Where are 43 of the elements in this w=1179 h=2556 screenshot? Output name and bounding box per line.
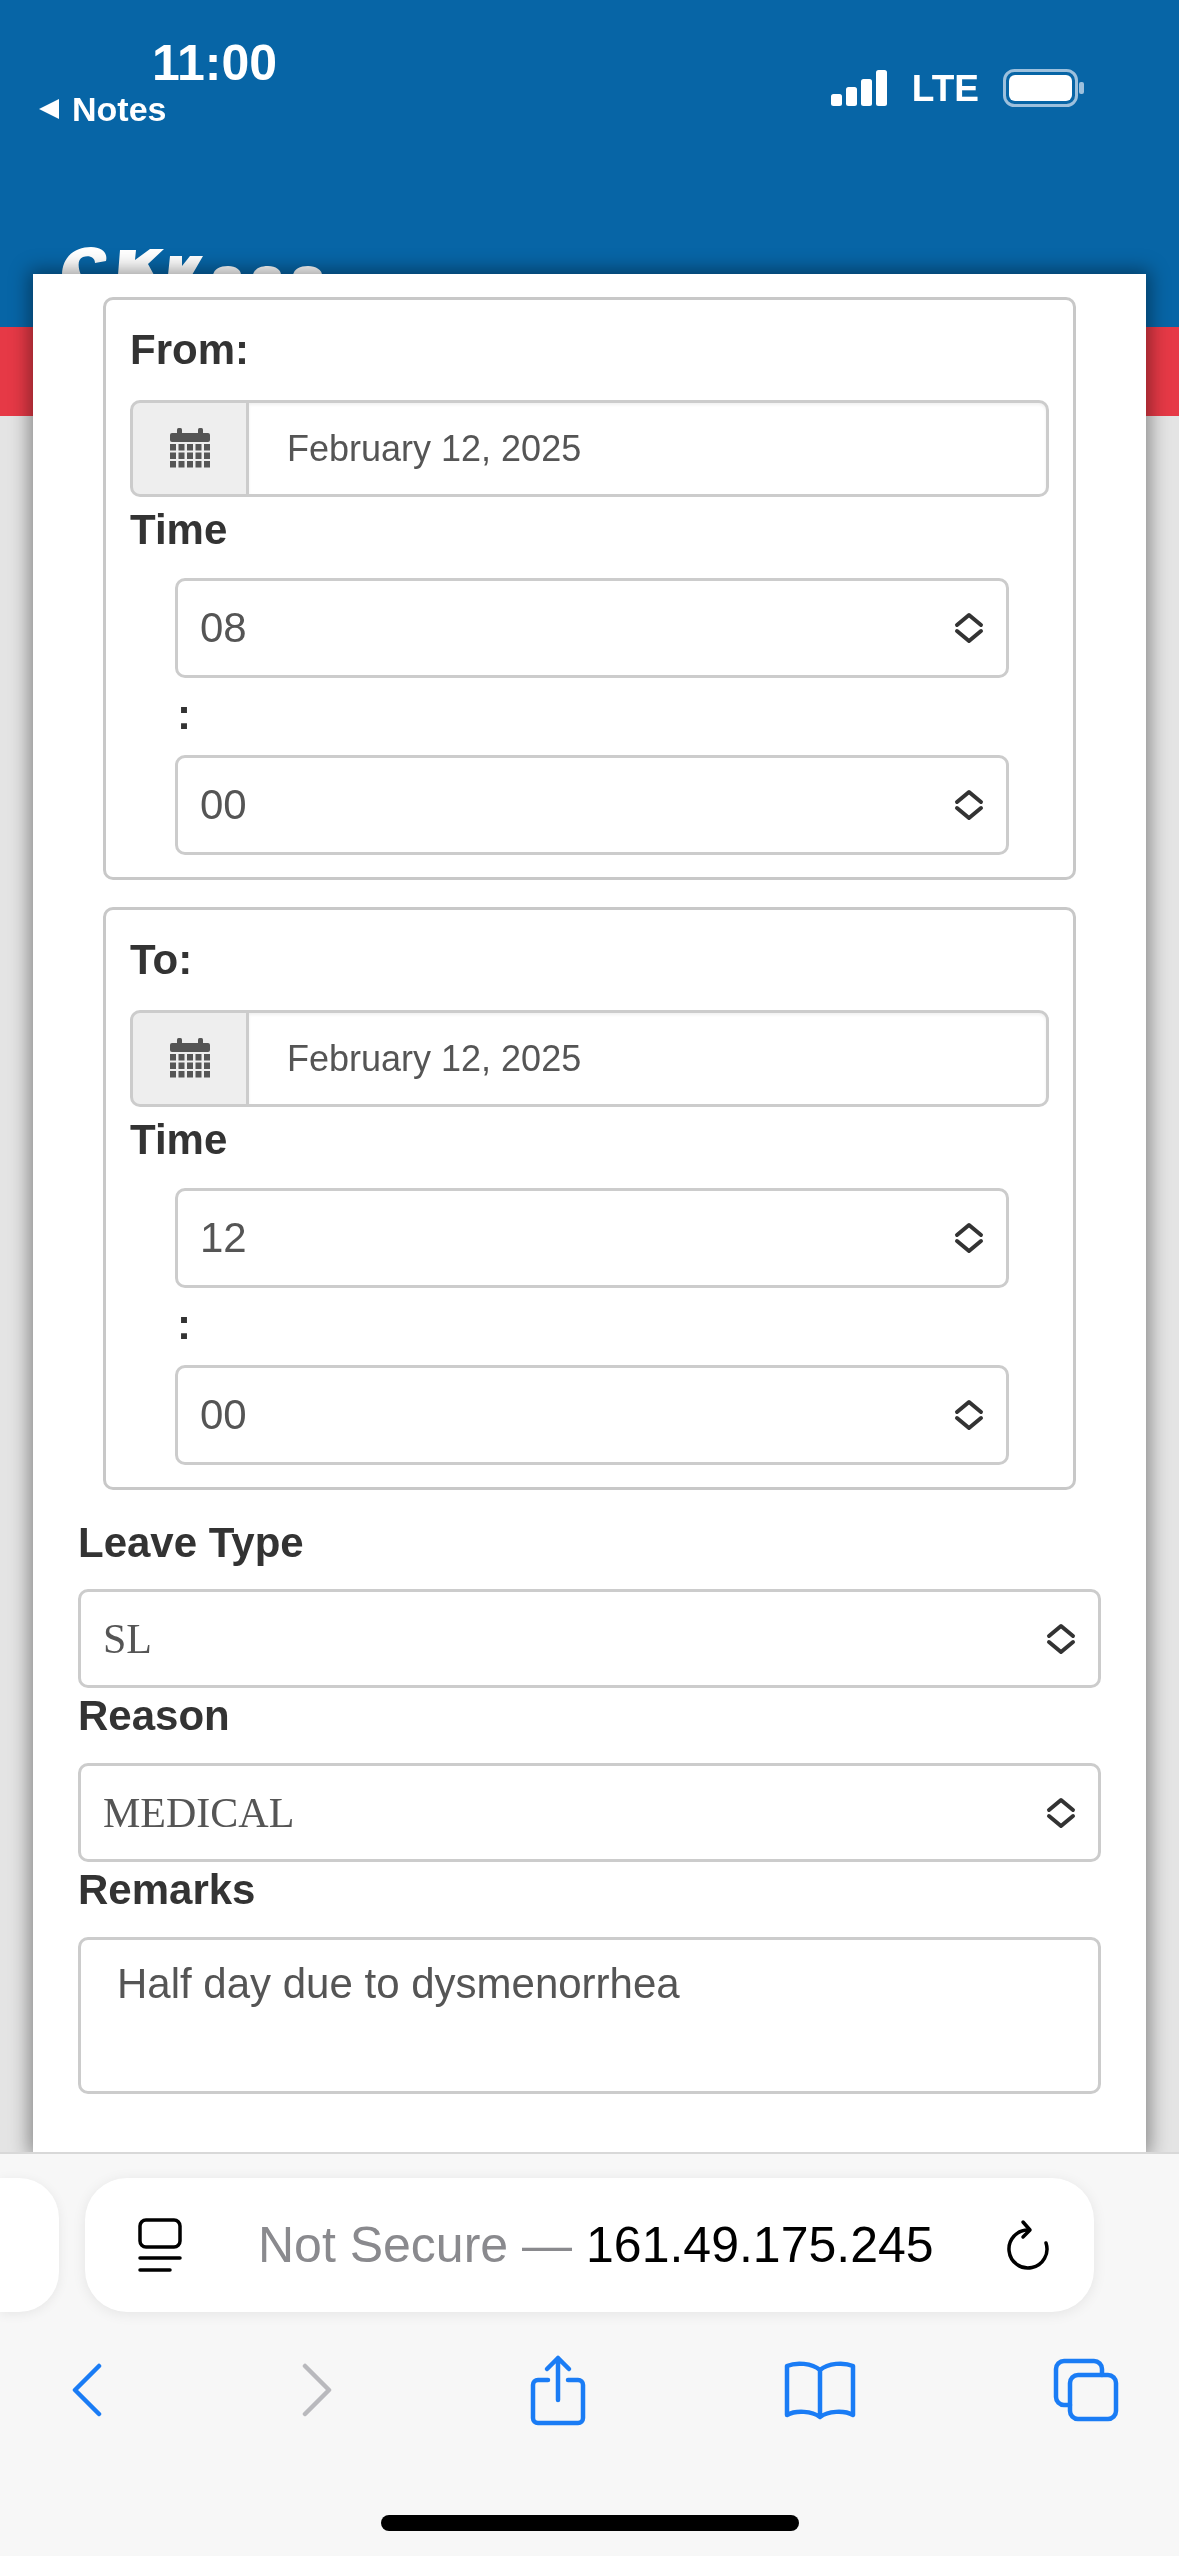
reload-icon[interactable] [1005,2218,1051,2272]
minute-select[interactable]: 00 [175,1365,1009,1465]
page-menu-icon[interactable] [137,2217,183,2273]
calendar-icon [169,428,210,469]
signal-icon [830,70,888,106]
chevron-up-down-icon [954,1399,984,1431]
field-label: From: [130,325,249,375]
chevron-up-down-icon [954,1222,984,1254]
address-bar[interactable]: Not Secure — 161.49.175.245 [85,2178,1094,2312]
chevron-left-icon[interactable] [71,2363,103,2417]
date-picker-button[interactable] [130,1010,249,1107]
field-label: Time [130,505,228,555]
minute-select[interactable]: 00 [175,755,1009,855]
field-label: Reason [78,1691,230,1741]
hour-select[interactable]: 12 [175,1188,1009,1288]
date-field[interactable]: February 12, 2025 [249,1010,1049,1107]
chevron-up-down-icon [954,612,984,644]
date-picker-button[interactable] [130,400,249,497]
time-separator: : [177,690,191,740]
field-label: Time [130,1115,228,1165]
battery-icon [1003,69,1085,107]
security-label: Not Secure — [258,2220,572,2270]
back-to-app-button[interactable]: Notes [39,92,167,126]
chevron-up-down-icon [1046,1796,1076,1829]
remarks-textarea[interactable]: Half day due to dysmenorrhea [78,1937,1101,2094]
chevron-up-down-icon [954,789,984,821]
status-time: 11:00 [152,38,278,88]
calendar-icon [169,1038,210,1079]
date-field[interactable]: February 12, 2025 [249,400,1049,497]
field-label: To: [130,935,193,985]
triangle-left-icon [39,99,59,119]
url-text: 161.49.175.245 [586,2220,934,2270]
field-label: Remarks [78,1865,256,1915]
dropdown-select[interactable]: MEDICAL [78,1763,1101,1862]
time-separator: : [177,1300,191,1350]
network-type-label: LTE [911,69,979,107]
overlapping-squares-icon[interactable] [1053,2358,1119,2422]
dropdown-select[interactable]: SL [78,1589,1101,1688]
field-label: Leave Type [78,1518,304,1568]
chevron-up-down-icon [1046,1622,1076,1655]
book-icon[interactable] [783,2360,856,2420]
hour-select[interactable]: 08 [175,578,1009,678]
share-icon[interactable] [530,2354,586,2426]
